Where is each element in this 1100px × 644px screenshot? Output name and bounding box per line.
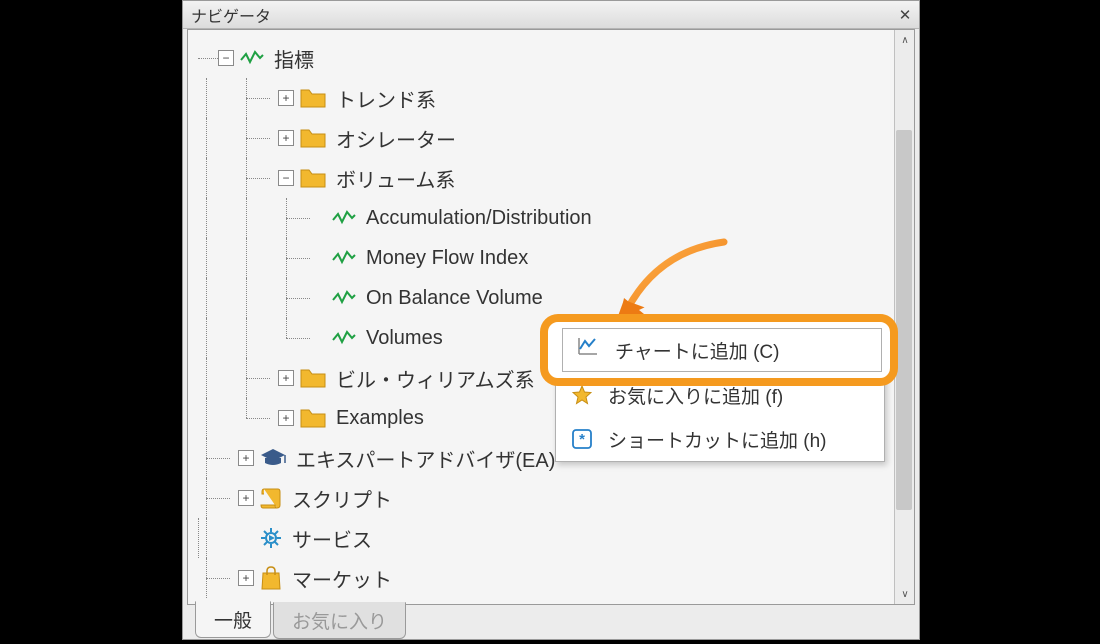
- tab-general[interactable]: 一般: [195, 601, 271, 638]
- menu-add-to-chart[interactable]: チャートに追加 (C): [562, 328, 882, 372]
- expander-icon[interactable]: −: [278, 170, 294, 186]
- menu-add-shortcut[interactable]: * ショートカットに追加 (h): [556, 417, 884, 461]
- tree-node-trend[interactable]: + トレンド系: [188, 78, 914, 118]
- folder-icon: [300, 88, 326, 108]
- indicator-icon: [332, 210, 356, 226]
- tree-node-oscillator[interactable]: + オシレーター: [188, 118, 914, 158]
- indicator-icon: [332, 290, 356, 306]
- close-button[interactable]: ✕: [895, 5, 915, 25]
- expander-icon[interactable]: +: [278, 410, 294, 426]
- chart-line-icon: [577, 336, 601, 364]
- tree-node-indicators[interactable]: − 指標: [188, 38, 914, 78]
- expander-icon[interactable]: +: [278, 130, 294, 146]
- indicator-icon: [332, 330, 356, 346]
- scroll-thumb[interactable]: [896, 130, 912, 510]
- tab-bar: 一般 お気に入り: [183, 605, 919, 639]
- scrollbar[interactable]: ∧ ∨: [894, 30, 914, 604]
- highlight-annotation: チャートに追加 (C): [540, 314, 898, 386]
- scroll-up-icon[interactable]: ∧: [895, 30, 915, 50]
- folder-icon: [300, 128, 326, 148]
- tree-node-volume[interactable]: − ボリューム系: [188, 158, 914, 198]
- svg-text:*: *: [579, 431, 585, 448]
- title-bar: ナビゲータ ✕: [183, 1, 919, 29]
- tree-leaf-obv[interactable]: On Balance Volume: [188, 278, 914, 318]
- expander-icon[interactable]: +: [238, 570, 254, 586]
- indicator-icon: [240, 50, 264, 66]
- graduation-cap-icon: [260, 447, 286, 469]
- expander-icon[interactable]: +: [278, 90, 294, 106]
- menu-item-label: チャートに追加 (C): [615, 337, 779, 364]
- tree-leaf-mfi[interactable]: Money Flow Index: [188, 238, 914, 278]
- tab-favorites[interactable]: お気に入り: [273, 602, 406, 639]
- folder-icon: [300, 168, 326, 188]
- menu-item-label: ショートカットに追加 (h): [608, 426, 827, 453]
- tree-leaf-accumulation[interactable]: Accumulation/Distribution: [188, 198, 914, 238]
- tree-node-market[interactable]: + マーケット: [188, 558, 914, 598]
- expander-icon[interactable]: −: [218, 50, 234, 66]
- folder-icon: [300, 408, 326, 428]
- scroll-icon: [260, 487, 282, 509]
- shopping-bag-icon: [260, 566, 282, 590]
- star-icon: [570, 383, 594, 407]
- asterisk-icon: *: [570, 427, 594, 451]
- gear-icon: [260, 527, 282, 549]
- indicator-icon: [332, 250, 356, 266]
- expander-icon[interactable]: +: [238, 450, 254, 466]
- panel-title: ナビゲータ: [191, 3, 895, 27]
- tree-node-scripts[interactable]: + スクリプト: [188, 478, 914, 518]
- tree-node-services[interactable]: サービス: [188, 518, 914, 558]
- expander-icon[interactable]: +: [278, 370, 294, 386]
- expander-icon[interactable]: +: [238, 490, 254, 506]
- folder-icon: [300, 368, 326, 388]
- scroll-down-icon[interactable]: ∨: [895, 584, 915, 604]
